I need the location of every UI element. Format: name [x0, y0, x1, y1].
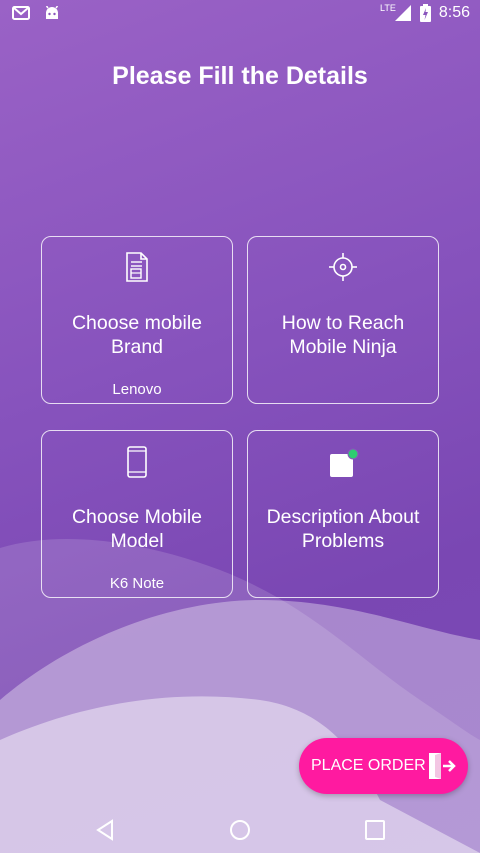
how-to-reach-label: How to Reach Mobile Ninja [281, 312, 405, 358]
signal-icon [394, 5, 411, 21]
choose-model-label: Choose Mobile Model [71, 506, 203, 552]
place-order-label: PLACE ORDER [311, 757, 426, 774]
description-label: Description About Problems [266, 506, 420, 552]
background-waves [0, 539, 480, 853]
clock: 8:56 [438, 4, 470, 21]
description-card[interactable]: Description About Problems [247, 430, 439, 598]
gmail-icon [12, 6, 30, 20]
selected-brand-value: Lenovo [112, 381, 162, 398]
battery-icon [419, 4, 431, 22]
status-bar: LTE 8:56 [0, 0, 480, 30]
document-icon [126, 252, 148, 282]
choose-brand-label: Choose mobile Brand [71, 312, 203, 358]
choose-brand-card[interactable]: Choose mobile Brand Lenovo [41, 236, 233, 404]
page-title: Please Fill the Details [112, 62, 368, 90]
target-icon [329, 253, 357, 281]
choose-model-card[interactable]: Choose Mobile Model K6 Note [41, 430, 233, 598]
selected-model-value: K6 Note [109, 575, 165, 592]
recents-icon[interactable] [364, 819, 386, 841]
how-to-reach-card[interactable]: How to Reach Mobile Ninja [247, 236, 439, 404]
network-type: LTE [380, 3, 396, 13]
phone-icon [127, 446, 147, 478]
back-icon[interactable] [94, 819, 116, 841]
navigation-bar [0, 805, 480, 853]
exit-icon [429, 753, 456, 779]
note-icon [330, 448, 359, 477]
android-icon [45, 6, 59, 19]
home-icon[interactable] [229, 819, 251, 841]
place-order-button[interactable]: PLACE ORDER [299, 738, 468, 794]
